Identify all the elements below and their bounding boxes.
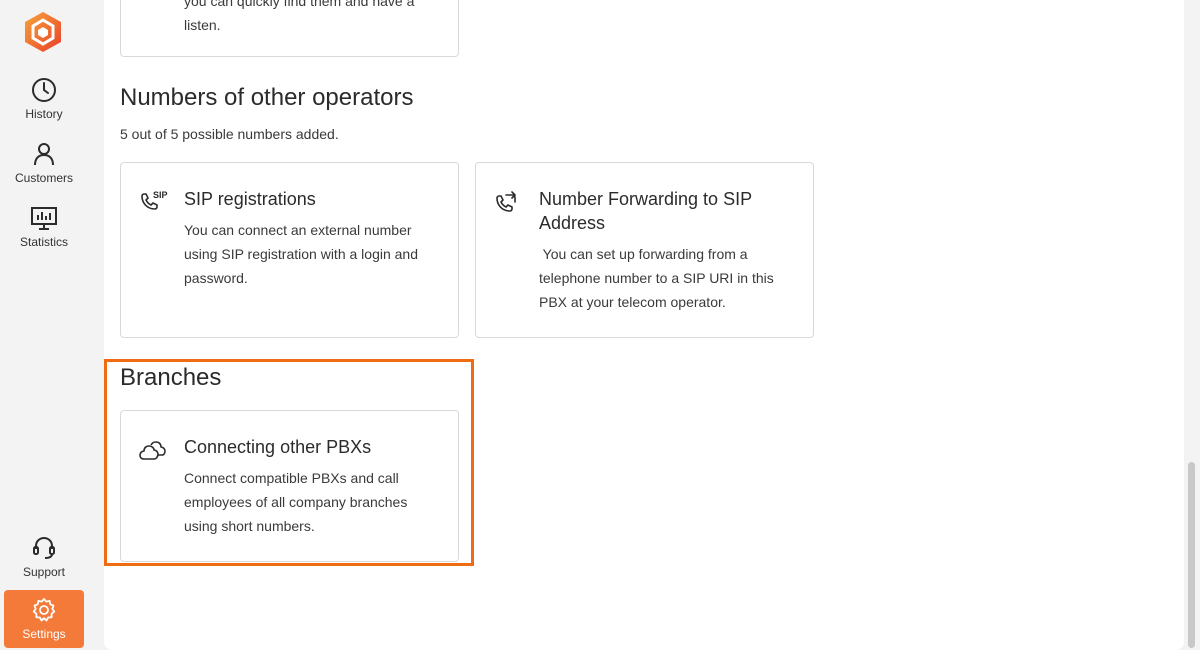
number-forwarding-desc-3: PBX at your telecom operator. <box>539 294 726 310</box>
headset-icon <box>30 534 58 562</box>
clouds-icon <box>137 435 169 467</box>
connecting-pbxs-desc-3: using short numbers. <box>184 518 315 534</box>
partial-card[interactable]: you can quickly find them and have a lis… <box>120 0 459 57</box>
branches-section-title: Branches <box>120 364 222 391</box>
sip-registrations-desc-2: using SIP registration with a login and <box>184 246 418 262</box>
nav-customers[interactable]: Customers <box>4 134 84 192</box>
connecting-pbxs-desc-1: Connect compatible PBXs and call <box>184 470 399 486</box>
connecting-pbxs-title: Connecting other PBXs <box>184 437 372 457</box>
phone-forward-icon <box>492 189 524 221</box>
connecting-pbxs-card[interactable]: Connecting other PBXs Connect compatible… <box>120 410 459 562</box>
scrollbar-thumb[interactable] <box>1188 462 1195 648</box>
operators-section-title: Numbers of other operators <box>120 84 414 111</box>
svg-text:SIP: SIP <box>153 190 168 200</box>
chart-icon <box>30 204 58 232</box>
sidebar: History Customers Statistics Support Set… <box>0 0 88 650</box>
vertical-scrollbar[interactable] <box>1184 0 1200 650</box>
sip-registrations-desc-3: password. <box>184 270 248 286</box>
nav-customers-label: Customers <box>14 171 73 185</box>
nav-support-label: Support <box>22 565 66 579</box>
gear-icon <box>30 596 58 624</box>
nav-support[interactable]: Support <box>4 528 84 586</box>
nav-statistics[interactable]: Statistics <box>4 198 84 256</box>
number-forwarding-title-2: Address <box>539 213 606 233</box>
nav-history[interactable]: History <box>4 70 84 128</box>
app-logo[interactable] <box>22 10 64 54</box>
number-forwarding-desc-1: You can set up forwarding from a <box>539 246 748 262</box>
settings-content: you can quickly find them and have a lis… <box>104 0 1184 650</box>
nav-settings-label: Settings <box>22 627 66 641</box>
sip-registrations-desc-1: You can connect an external number <box>184 222 412 238</box>
connecting-pbxs-desc-2: employees of all company branches <box>184 494 408 510</box>
nav-statistics-label: Statistics <box>19 235 68 249</box>
number-forwarding-card[interactable]: Number Forwarding to SIP Address You can… <box>475 162 814 338</box>
number-forwarding-title-1: Number Forwarding to SIP <box>539 189 753 209</box>
phone-sip-icon: SIP <box>137 187 169 219</box>
person-icon <box>30 140 58 168</box>
clock-icon <box>30 76 58 104</box>
sip-registrations-title: SIP registrations <box>184 189 316 209</box>
operators-section-subtitle: 5 out of 5 possible numbers added. <box>120 126 339 142</box>
sip-registrations-card[interactable]: SIP SIP registrations You can connect an… <box>120 162 459 338</box>
number-forwarding-desc-2: telephone number to a SIP URI in this <box>539 270 774 286</box>
partial-card-desc-1: you can quickly find them and have a <box>184 0 415 9</box>
nav-settings[interactable]: Settings <box>4 590 84 648</box>
partial-card-desc-2: listen. <box>184 17 221 33</box>
nav-history-label: History <box>25 107 63 121</box>
